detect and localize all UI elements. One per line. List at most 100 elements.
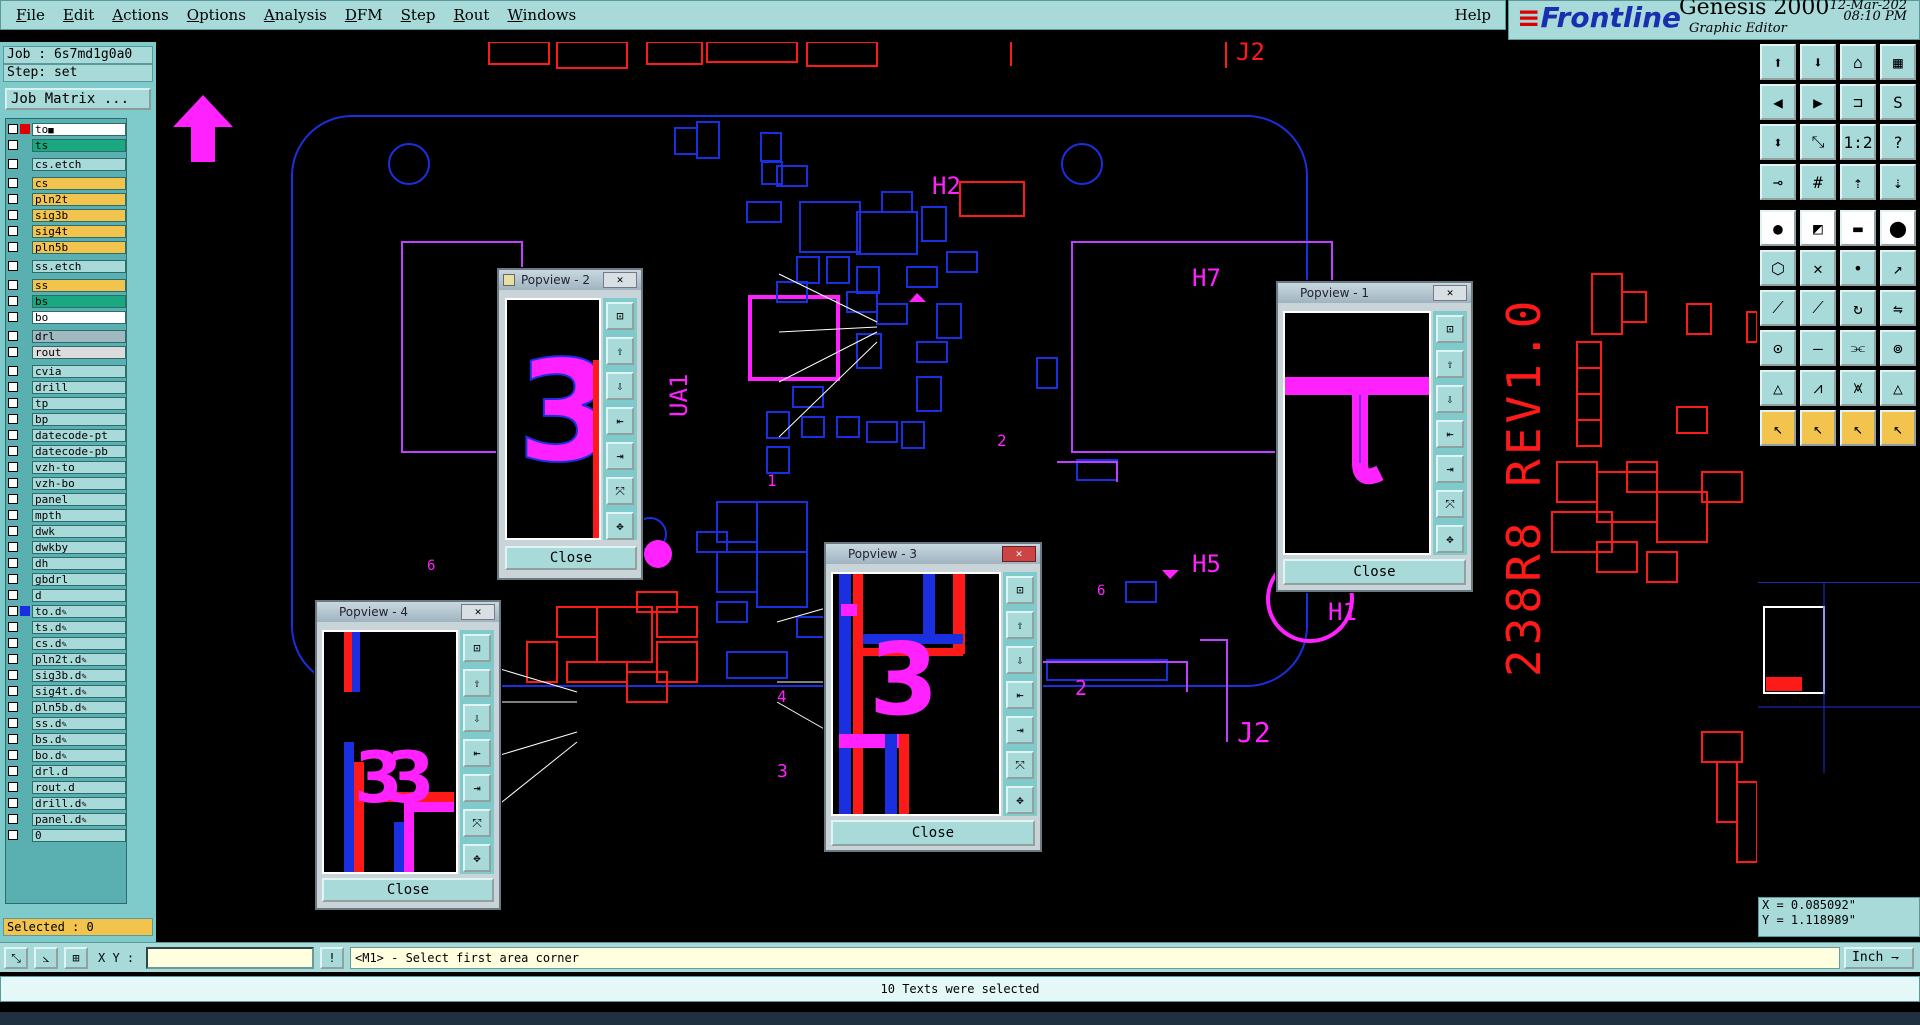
layer-checkbox[interactable] <box>8 574 18 584</box>
popview-2-close-button[interactable]: Close <box>505 546 637 570</box>
popview-3-close-icon[interactable]: ✕ <box>1002 546 1036 562</box>
layer-checkbox[interactable] <box>8 814 18 824</box>
rotate-icon[interactable]: ↻ <box>1840 290 1876 326</box>
info-icon[interactable]: ! <box>320 947 344 969</box>
menu-edit[interactable]: Edit <box>54 6 103 24</box>
menu-step[interactable]: Step <box>392 6 445 24</box>
line-end-icon[interactable]: • <box>1840 250 1876 286</box>
layer-checkbox[interactable] <box>8 782 18 792</box>
node-icon[interactable]: ⊙ <box>1760 330 1796 366</box>
layer-checkbox[interactable] <box>8 446 18 456</box>
popview-3[interactable]: Popview - 3 ✕ 3 ⊡ ⇪ ⇩ ⇤ ⇥ ⤧ ✥ Close <box>824 542 1042 852</box>
layer-checkbox[interactable] <box>8 430 18 440</box>
layer-row[interactable]: cs.etch <box>8 157 126 171</box>
popview-4-close-icon[interactable]: ✕ <box>461 604 495 620</box>
layer-row[interactable]: dwkby <box>8 540 126 554</box>
layer-row[interactable]: d <box>8 588 126 602</box>
zoom-fit-icon[interactable]: ⊡ <box>1006 576 1034 604</box>
layer-checkbox[interactable] <box>8 280 18 290</box>
pan-down-icon[interactable]: ⇩ <box>1006 646 1034 674</box>
layer-checkbox[interactable] <box>8 414 18 424</box>
layer-checkbox[interactable] <box>8 558 18 568</box>
minus-icon[interactable]: — <box>1800 330 1836 366</box>
layer-row[interactable]: cvia <box>8 364 126 378</box>
layer-row[interactable]: cs <box>8 176 126 190</box>
popview-1[interactable]: Popview - 1 ✕ ⊡ ⇪ ⇩ ⇤ ⇥ ⤧ ✥ Close <box>1276 281 1473 592</box>
layer-checkbox[interactable] <box>8 542 18 552</box>
pan-right-icon[interactable]: ⇥ <box>1436 455 1464 483</box>
zoom-out-icon[interactable]: ⤡ <box>1800 124 1836 160</box>
layer-checkbox[interactable] <box>8 398 18 408</box>
pan-up-icon[interactable]: ⇪ <box>1006 611 1034 639</box>
connect-icon[interactable]: ⬡ <box>1760 250 1796 286</box>
zoom-out-icon[interactable]: ⤧ <box>1006 751 1034 779</box>
pan-up-icon[interactable]: ⇪ <box>463 669 491 697</box>
layer-checkbox[interactable] <box>8 261 18 271</box>
layer-checkbox[interactable] <box>8 312 18 322</box>
filter-icon[interactable]: ⊸ <box>1760 164 1796 200</box>
layer-row[interactable]: bs.d✎ <box>8 732 126 746</box>
zoom-fit-icon[interactable]: ⊡ <box>1436 315 1464 343</box>
pad-icon[interactable]: ⬤ <box>1880 210 1916 246</box>
popview-1-close-icon[interactable]: ✕ <box>1433 285 1467 301</box>
ruler-icon[interactable]: ▬ <box>1840 210 1876 246</box>
layer-checkbox[interactable] <box>8 462 18 472</box>
popview-4-close-button[interactable]: Close <box>322 878 494 902</box>
layer-row[interactable]: #e00000to■ <box>8 122 126 136</box>
pan-center-icon[interactable]: ✥ <box>1006 786 1034 814</box>
save-icon[interactable]: ⬇ <box>1800 44 1836 80</box>
layer-row[interactable]: datecode-pb <box>8 444 126 458</box>
popview-2-close-icon[interactable]: ✕ <box>603 272 637 288</box>
group-icon[interactable]: ⊚ <box>1880 330 1916 366</box>
home-icon[interactable]: ⌂ <box>1840 44 1876 80</box>
layer-row[interactable]: pln5b.d✎ <box>8 700 126 714</box>
help-icon[interactable]: ? <box>1880 124 1916 160</box>
zoom-home-icon[interactable]: ⊐ <box>1840 84 1876 120</box>
pan-left-icon[interactable]: ⇤ <box>463 739 491 767</box>
popview-3-close-button[interactable]: Close <box>831 820 1035 846</box>
layer-row[interactable]: rout.d <box>8 780 126 794</box>
flip-icon[interactable]: ⇋ <box>1880 290 1916 326</box>
zoom-out-icon[interactable]: ⤧ <box>1436 490 1464 518</box>
xy-input[interactable] <box>146 947 314 969</box>
layer-row[interactable]: sig4t.d✎ <box>8 684 126 698</box>
job-matrix-button[interactable]: Job Matrix ... <box>5 88 151 110</box>
pan-left-icon[interactable]: ⇤ <box>1006 681 1034 709</box>
pan-down-icon[interactable]: ⇩ <box>1436 385 1464 413</box>
pan-left-icon[interactable]: ⇤ <box>1436 420 1464 448</box>
layer-checkbox[interactable] <box>8 210 18 220</box>
layer-checkbox[interactable] <box>8 670 18 680</box>
pan-right-icon[interactable]: ⇥ <box>606 442 634 470</box>
select-route-icon[interactable]: ↖ <box>1880 410 1916 446</box>
window-icon[interactable]: ▦ <box>1880 44 1916 80</box>
layer-row[interactable]: panel.d✎ <box>8 812 126 826</box>
layer-row[interactable]: ss <box>8 278 126 292</box>
layer-row[interactable]: tp <box>8 396 126 410</box>
layer-checkbox[interactable] <box>8 347 18 357</box>
grid-icon[interactable]: # <box>1800 164 1836 200</box>
layer-row[interactable]: sig4t <box>8 224 126 238</box>
scale-icon[interactable]: 1:2 <box>1840 124 1876 160</box>
popview-2[interactable]: Popview - 2 ✕ 3 ⊡ ⇪ ⇩ ⇤ ⇥ ⤧ ✥ Close <box>497 268 643 580</box>
layer-checkbox[interactable] <box>8 510 18 520</box>
layer-row[interactable]: bs <box>8 294 126 308</box>
snap-icon[interactable]: S <box>1880 84 1916 120</box>
move-down-icon[interactable]: ⇣ <box>1880 164 1916 200</box>
line-icon[interactable]: ◩ <box>1800 210 1836 246</box>
pan-down-icon[interactable]: ⇩ <box>463 704 491 732</box>
arc-icon[interactable]: ↗ <box>1880 250 1916 286</box>
pan-up-icon[interactable]: ⇪ <box>606 337 634 365</box>
layer-row[interactable]: dwk <box>8 524 126 538</box>
layer-row[interactable]: drill <box>8 380 126 394</box>
layer-checkbox[interactable] <box>8 622 18 632</box>
layer-row[interactable]: vzh-to <box>8 460 126 474</box>
layer-row[interactable]: pln2t <box>8 192 126 206</box>
layer-row[interactable]: ss.etch <box>8 259 126 273</box>
layer-checkbox[interactable] <box>8 124 18 134</box>
layer-checkbox[interactable] <box>8 494 18 504</box>
layer-checkbox[interactable] <box>8 654 18 664</box>
triangle-icon[interactable]: △ <box>1760 370 1796 406</box>
layer-checkbox[interactable] <box>8 194 18 204</box>
unit-selector[interactable]: Inch ⇁ <box>1844 947 1914 969</box>
pen-icon[interactable]: ⟋ <box>1800 290 1836 326</box>
